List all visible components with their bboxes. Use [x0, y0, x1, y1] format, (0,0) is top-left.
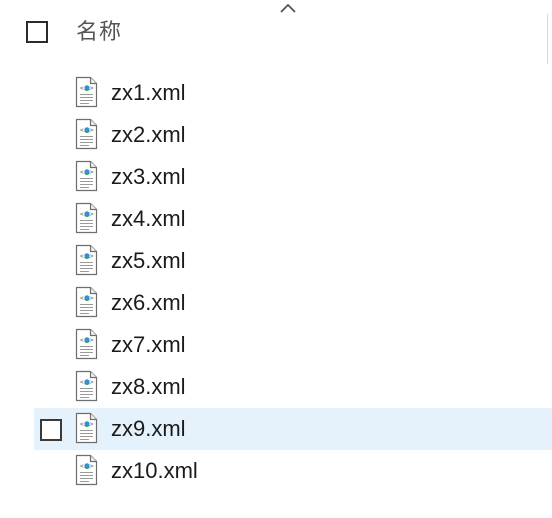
svg-text:>: >: [90, 295, 94, 302]
file-name: zx9.xml: [111, 416, 186, 441]
svg-text:<: <: [80, 379, 84, 386]
xml-file-icon: < >: [75, 244, 98, 276]
file-name: zx8.xml: [111, 374, 186, 399]
xml-file-icon: < >: [75, 370, 98, 402]
svg-text:>: >: [90, 169, 94, 176]
column-header-name[interactable]: 名称: [76, 18, 122, 46]
file-name: zx6.xml: [111, 290, 186, 315]
file-row[interactable]: < > zx1.xml: [0, 72, 552, 114]
select-all-checkbox[interactable]: [26, 21, 48, 43]
file-row[interactable]: < > zx10.xml: [0, 450, 552, 492]
svg-text:<: <: [80, 295, 84, 302]
file-row[interactable]: < > zx3.xml: [0, 156, 552, 198]
svg-text:>: >: [90, 85, 94, 92]
svg-text:>: >: [90, 463, 94, 470]
column-divider[interactable]: [547, 14, 548, 64]
file-row[interactable]: < > zx9.xml: [0, 408, 552, 450]
file-name: zx3.xml: [111, 164, 186, 189]
svg-text:>: >: [90, 337, 94, 344]
svg-text:<: <: [80, 169, 84, 176]
svg-text:<: <: [80, 337, 84, 344]
file-row[interactable]: < > zx5.xml: [0, 240, 552, 282]
xml-file-icon: < >: [75, 118, 98, 150]
file-row[interactable]: < > zx7.xml: [0, 324, 552, 366]
row-checkbox[interactable]: [40, 419, 62, 441]
svg-text:<: <: [80, 127, 84, 134]
svg-text:<: <: [80, 253, 84, 260]
file-name: zx1.xml: [111, 80, 186, 105]
file-row[interactable]: < > zx2.xml: [0, 114, 552, 156]
file-list: < > zx1.xml < > zx2.xml < > zx3.xml < > zx4.…: [0, 72, 552, 492]
xml-file-icon: < >: [75, 76, 98, 108]
file-name: zx4.xml: [111, 206, 186, 231]
file-name: zx7.xml: [111, 332, 186, 357]
file-row[interactable]: < > zx6.xml: [0, 282, 552, 324]
svg-text:<: <: [80, 463, 84, 470]
file-name: zx10.xml: [111, 458, 198, 483]
svg-text:<: <: [80, 421, 84, 428]
svg-text:>: >: [90, 379, 94, 386]
svg-text:>: >: [90, 211, 94, 218]
svg-text:>: >: [90, 421, 94, 428]
file-name: zx5.xml: [111, 248, 186, 273]
file-row[interactable]: < > zx4.xml: [0, 198, 552, 240]
xml-file-icon: < >: [75, 328, 98, 360]
svg-text:<: <: [80, 85, 84, 92]
xml-file-icon: < >: [75, 160, 98, 192]
xml-file-icon: < >: [75, 286, 98, 318]
column-header: 名称: [0, 8, 552, 56]
file-row[interactable]: < > zx8.xml: [0, 366, 552, 408]
file-name: zx2.xml: [111, 122, 186, 147]
xml-file-icon: < >: [75, 412, 98, 444]
svg-text:>: >: [90, 253, 94, 260]
svg-text:<: <: [80, 211, 84, 218]
svg-text:>: >: [90, 127, 94, 134]
xml-file-icon: < >: [75, 202, 98, 234]
xml-file-icon: < >: [75, 454, 98, 486]
